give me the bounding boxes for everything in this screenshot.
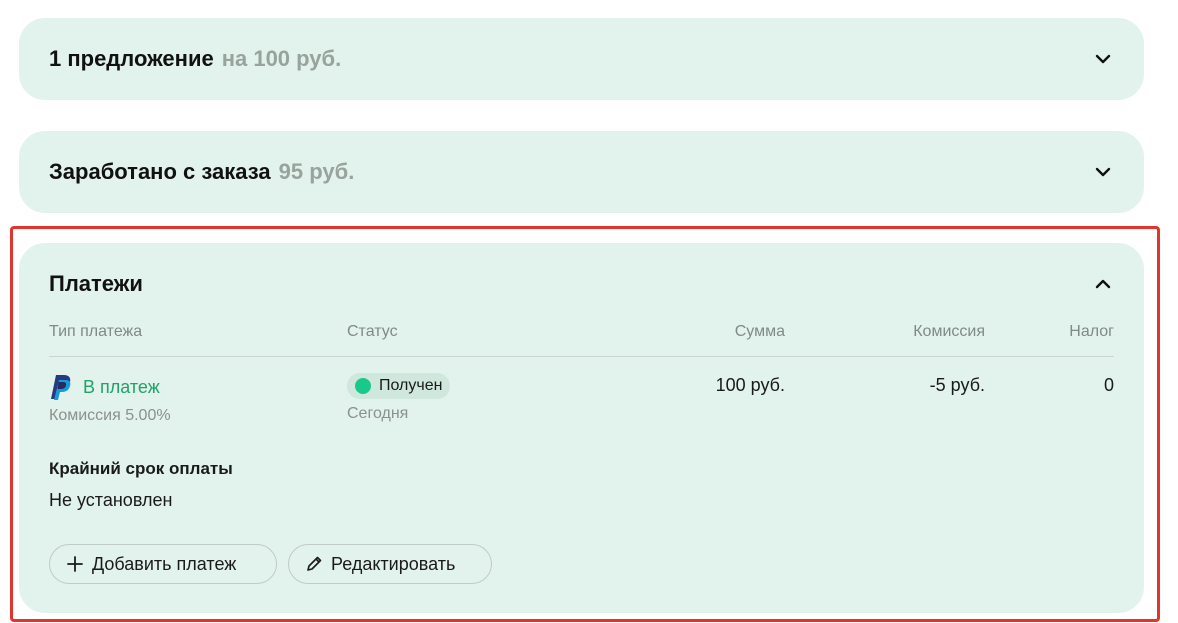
edit-button[interactable]: Редактировать	[288, 544, 492, 584]
offers-amount: на 100 руб.	[221, 46, 342, 71]
chevron-up-icon[interactable]	[1092, 273, 1114, 295]
paypal-icon	[49, 373, 73, 401]
deadline-value: Не установлен	[49, 490, 173, 510]
status-badge: Получен	[347, 373, 451, 399]
add-payment-button[interactable]: Добавить платеж	[49, 544, 277, 584]
payment-commission-note: Комиссия 5.00%	[49, 407, 171, 424]
payments-card: Платежи Тип платежа Статус Сумма Комисси…	[19, 243, 1144, 613]
add-payment-label: Добавить платеж	[92, 553, 237, 574]
cell-fee: -5 руб.	[929, 375, 985, 395]
table-row: В платеж Комиссия 5.00% Получен Сегодня …	[49, 371, 1114, 431]
column-header-tax: Налог	[1069, 323, 1114, 340]
earned-card: Заработано с заказа 95 руб.	[19, 131, 1144, 213]
earned-card-header[interactable]: Заработано с заказа 95 руб.	[49, 131, 1114, 213]
column-header-sum: Сумма	[734, 323, 785, 340]
earned-amount: 95 руб.	[278, 159, 355, 184]
column-header-status: Статус	[347, 323, 398, 340]
deadline-label: Крайний срок оплаты	[49, 459, 233, 478]
status-text: Получен	[379, 377, 443, 394]
edit-label: Редактировать	[331, 553, 456, 574]
offers-card-header[interactable]: 1 предложение на 100 руб.	[49, 18, 1114, 100]
plus-icon	[66, 555, 84, 573]
chevron-down-icon[interactable]	[1092, 48, 1114, 70]
cell-sum: 100 руб.	[715, 375, 785, 395]
pencil-icon	[305, 555, 323, 573]
payments-card-header[interactable]: Платежи	[49, 243, 1114, 325]
offers-title: 1 предложение	[49, 46, 214, 71]
offers-card: 1 предложение на 100 руб.	[19, 18, 1144, 100]
cell-tax: 0	[1103, 375, 1114, 395]
chevron-down-icon[interactable]	[1092, 161, 1114, 183]
payments-title: Платежи	[49, 271, 143, 296]
payment-type-link[interactable]: В платеж	[83, 377, 160, 398]
status-dot-icon	[355, 378, 371, 394]
earned-title: Заработано с заказа	[49, 159, 271, 184]
status-date: Сегодня	[347, 405, 409, 422]
column-header-fee: Комиссия	[913, 323, 985, 340]
column-header-type: Тип платежа	[49, 323, 143, 340]
payment-type: В платеж	[49, 373, 160, 401]
payments-table-header: Тип платежа Статус Сумма Комиссия Налог	[49, 321, 1114, 357]
